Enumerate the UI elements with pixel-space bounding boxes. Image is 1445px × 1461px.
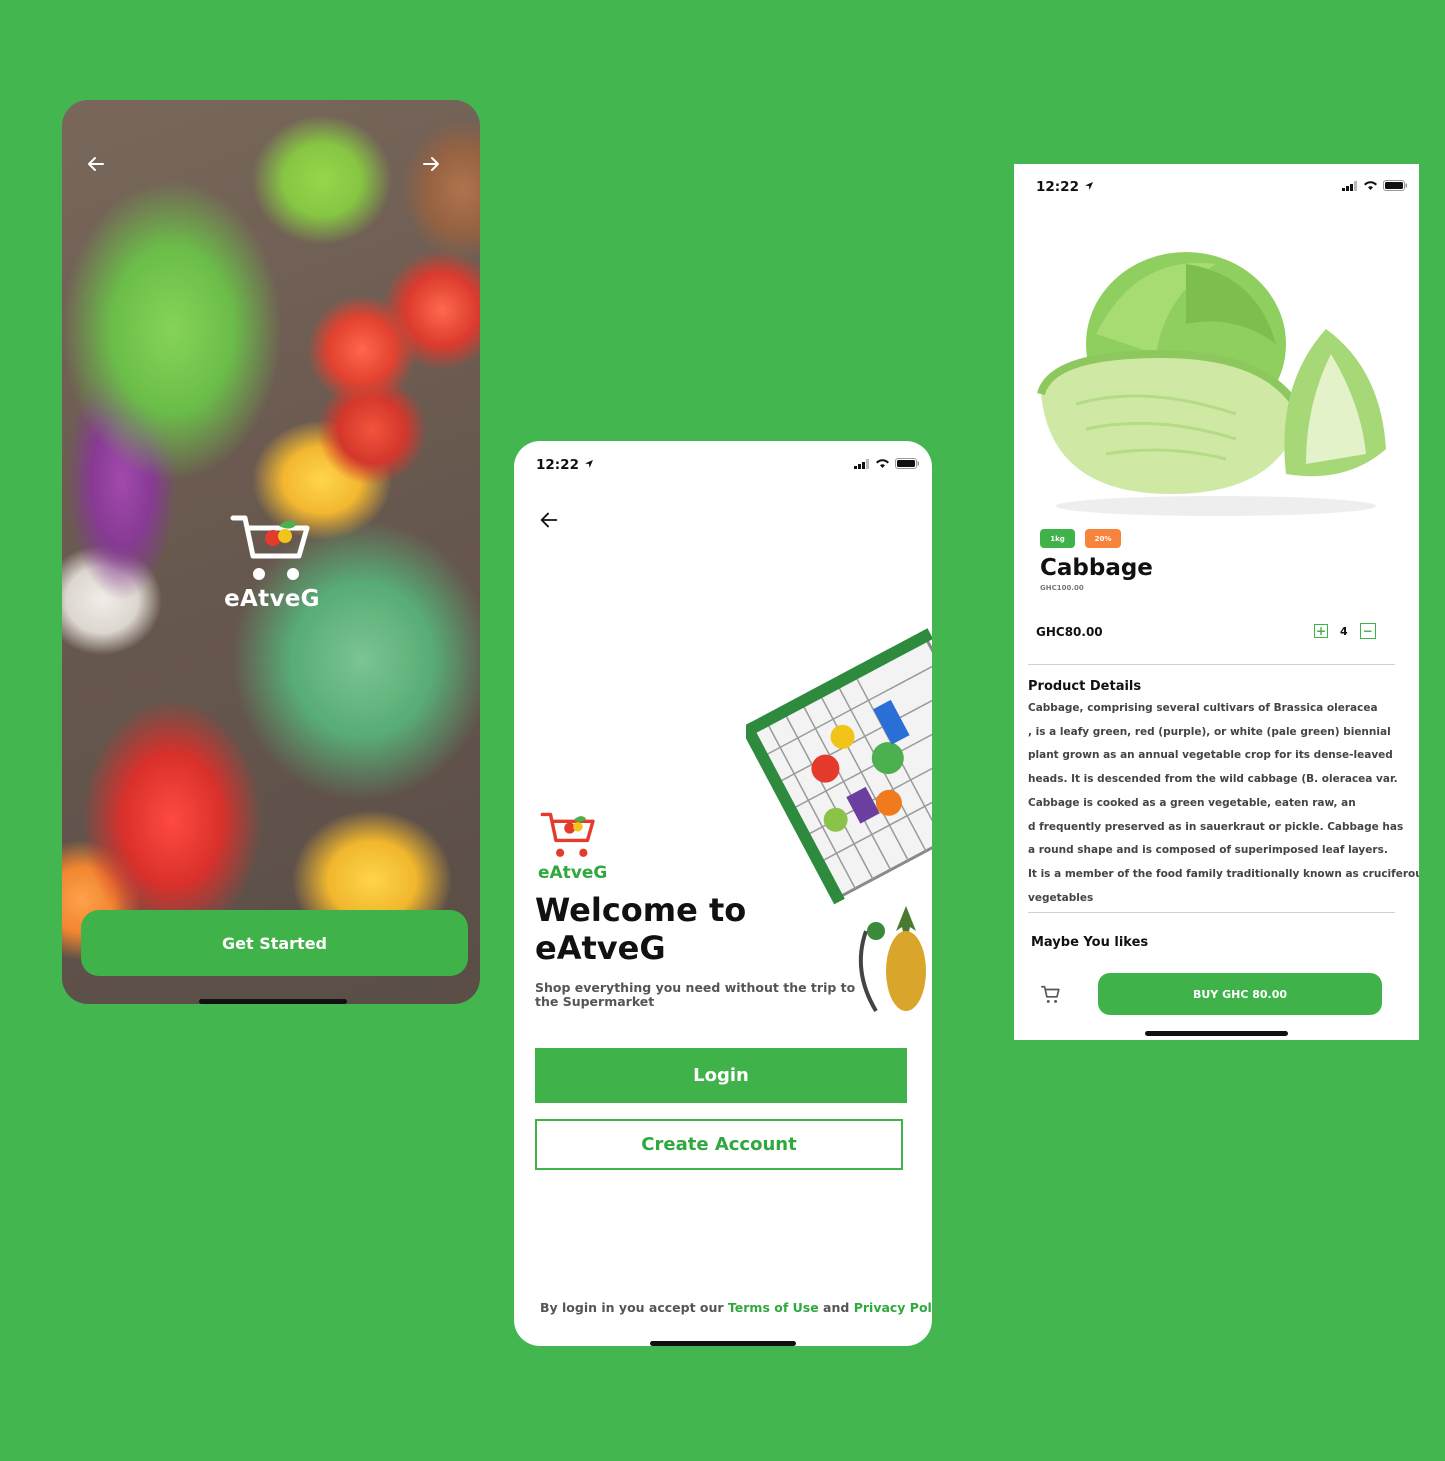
maybe-you-like-title: Maybe You likes xyxy=(1031,935,1149,950)
product-detail-screen: 12:22 1kg 20% Cabbage GHC100.00 GHC80.00… xyxy=(1014,164,1419,1040)
description-line: Cabbage is cooked as a green vegetable, … xyxy=(1028,796,1356,809)
home-indicator xyxy=(650,1341,796,1346)
battery-icon xyxy=(1383,180,1407,191)
description-line: plant grown as an annual vegetable crop … xyxy=(1028,749,1393,762)
old-price: GHC100.00 xyxy=(1040,584,1084,592)
description-line: d frequently preserved as in sauerkraut … xyxy=(1028,820,1404,833)
welcome-title-line2: eAtveG xyxy=(535,929,666,967)
privacy-policy-link[interactable]: Privacy Policy xyxy=(854,1300,932,1315)
divider xyxy=(1028,912,1395,913)
brand-name: eAtveG xyxy=(224,586,320,612)
quantity-stepper: + 4 − xyxy=(1314,623,1376,639)
splash-screen: eAtveG Get Started xyxy=(62,100,480,1004)
arrow-right-icon[interactable] xyxy=(419,152,443,176)
back-arrow-icon[interactable] xyxy=(538,509,560,531)
signal-icon xyxy=(1342,180,1357,191)
cart-logo-icon xyxy=(230,515,310,580)
cart-logo-icon xyxy=(540,812,595,857)
description-line: vegetables xyxy=(1028,891,1094,904)
arrow-left-icon[interactable] xyxy=(84,152,108,176)
wifi-icon xyxy=(876,459,889,468)
discount-tag: 20% xyxy=(1085,529,1121,548)
home-indicator xyxy=(199,999,347,1004)
terms-of-use-link[interactable]: Terms of Use xyxy=(728,1300,819,1315)
description-line: a round shape and is composed of superim… xyxy=(1028,844,1388,857)
divider xyxy=(1028,664,1395,665)
status-icons xyxy=(854,458,919,469)
create-account-button[interactable]: Create Account xyxy=(535,1119,903,1170)
get-started-button[interactable]: Get Started xyxy=(81,910,468,976)
terms-notice: By login in you accept our Terms of Use … xyxy=(540,1300,932,1315)
cabbage-image xyxy=(1037,252,1386,516)
current-price: GHC80.00 xyxy=(1036,625,1103,639)
location-arrow-icon xyxy=(1084,182,1093,190)
login-button[interactable]: Login xyxy=(535,1048,907,1103)
increase-quantity-button[interactable]: + xyxy=(1314,624,1328,638)
description-line: Cabbage, comprising several cultivars of… xyxy=(1028,702,1378,714)
terms-and: and xyxy=(818,1300,854,1315)
wifi-icon xyxy=(1364,181,1377,190)
home-indicator xyxy=(1145,1031,1288,1036)
welcome-logo: eAtveG xyxy=(538,809,607,883)
description-line: It is a member of the food family tradit… xyxy=(1028,867,1419,880)
decrease-quantity-button[interactable]: − xyxy=(1359,623,1376,639)
welcome-title-line1: Welcome to xyxy=(535,891,747,929)
signal-icon xyxy=(854,458,869,469)
product-name: Cabbage xyxy=(1040,555,1153,581)
status-icons xyxy=(1342,180,1407,191)
brand-name: eAtveG xyxy=(538,863,608,883)
welcome-title: Welcome to eAtveG xyxy=(535,891,835,967)
battery-icon xyxy=(895,458,919,469)
welcome-subtitle: Shop everything you need without the tri… xyxy=(535,980,856,1009)
status-time: 12:22 xyxy=(536,457,594,473)
buy-button[interactable]: BUY GHC 80.00 xyxy=(1098,973,1382,1015)
splash-logo: eAtveG xyxy=(212,510,332,612)
status-time-text: 12:22 xyxy=(1036,179,1079,195)
quantity-value: 4 xyxy=(1340,624,1348,638)
product-description: Cabbage, comprising several cultivars of… xyxy=(1028,697,1419,910)
status-time: 12:22 xyxy=(1036,179,1094,195)
status-time-text: 12:22 xyxy=(536,457,579,473)
location-arrow-icon xyxy=(584,460,593,468)
add-to-cart-icon[interactable] xyxy=(1040,984,1062,1006)
welcome-screen: 12:22 eAtveG Welcome to eAtveG Shop ever… xyxy=(514,441,932,1346)
description-line: heads. It is descended from the wild cab… xyxy=(1028,773,1398,786)
description-line: , is a leafy green, red (purple), or whi… xyxy=(1028,725,1391,738)
product-details-title: Product Details xyxy=(1028,679,1142,694)
terms-prefix: By login in you accept our xyxy=(540,1300,728,1315)
weight-tag: 1kg xyxy=(1040,529,1075,548)
